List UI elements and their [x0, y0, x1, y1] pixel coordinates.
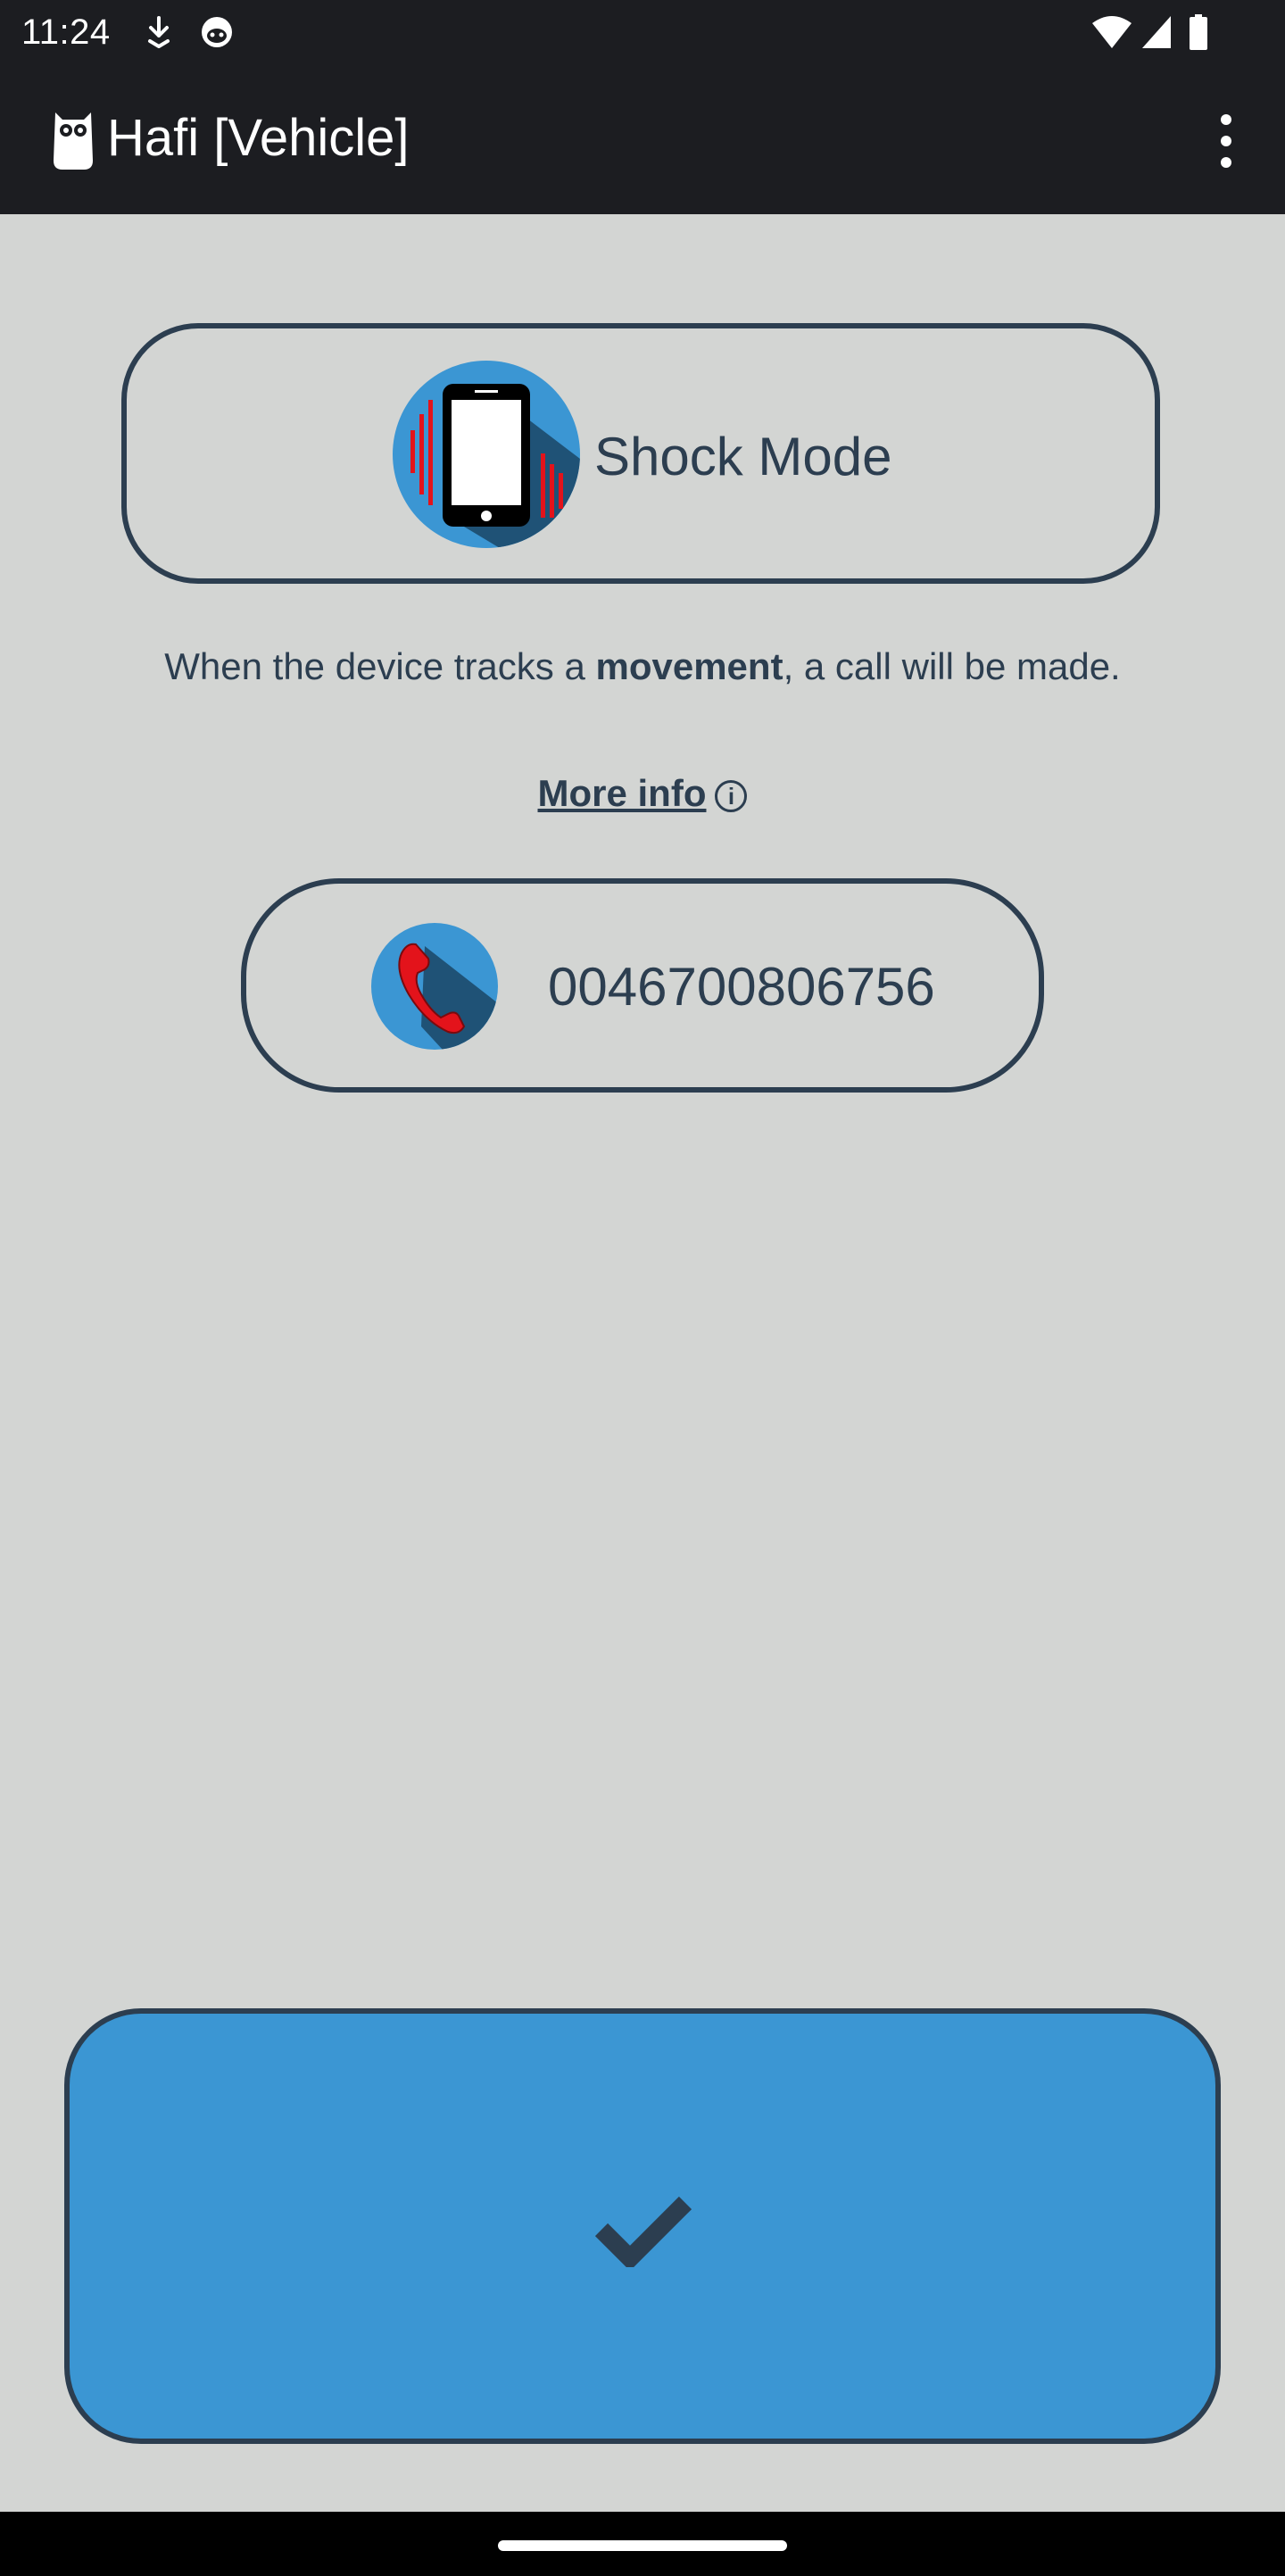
phone-number: 0046700806756 — [548, 957, 935, 1017]
vibrating-phone-icon — [393, 361, 580, 548]
description-text-end: , a call will be made. — [783, 645, 1121, 687]
checkmark-icon — [594, 2196, 692, 2267]
home-gesture-handle[interactable] — [498, 2540, 787, 2551]
app-bar: Hafi [Vehicle] — [0, 64, 1285, 214]
signal-icon — [1142, 16, 1171, 48]
app-title: Hafi [Vehicle] — [107, 109, 410, 167]
owl-logo-icon — [54, 112, 93, 170]
phone-call-icon — [371, 923, 498, 1050]
more-info-label: More info — [537, 772, 707, 814]
status-time: 11:24 — [21, 12, 111, 52]
wifi-icon — [1092, 16, 1132, 48]
shock-mode-label: Shock Mode — [594, 427, 892, 486]
description-bold-text: movement — [595, 645, 783, 687]
more-vert-icon[interactable] — [1205, 107, 1248, 175]
mode-description: When the device tracks a movement, a cal… — [161, 643, 1124, 691]
more-info-link[interactable]: More info i — [518, 768, 767, 819]
info-circle-icon: i — [715, 780, 748, 812]
navigation-bar — [0, 2512, 1285, 2576]
download-icon — [148, 16, 170, 48]
battery-icon — [1190, 14, 1207, 50]
android-robot-icon — [202, 17, 232, 47]
status-bar: 11:24 — [0, 0, 1285, 64]
description-text-start: When the device tracks a — [164, 645, 596, 687]
